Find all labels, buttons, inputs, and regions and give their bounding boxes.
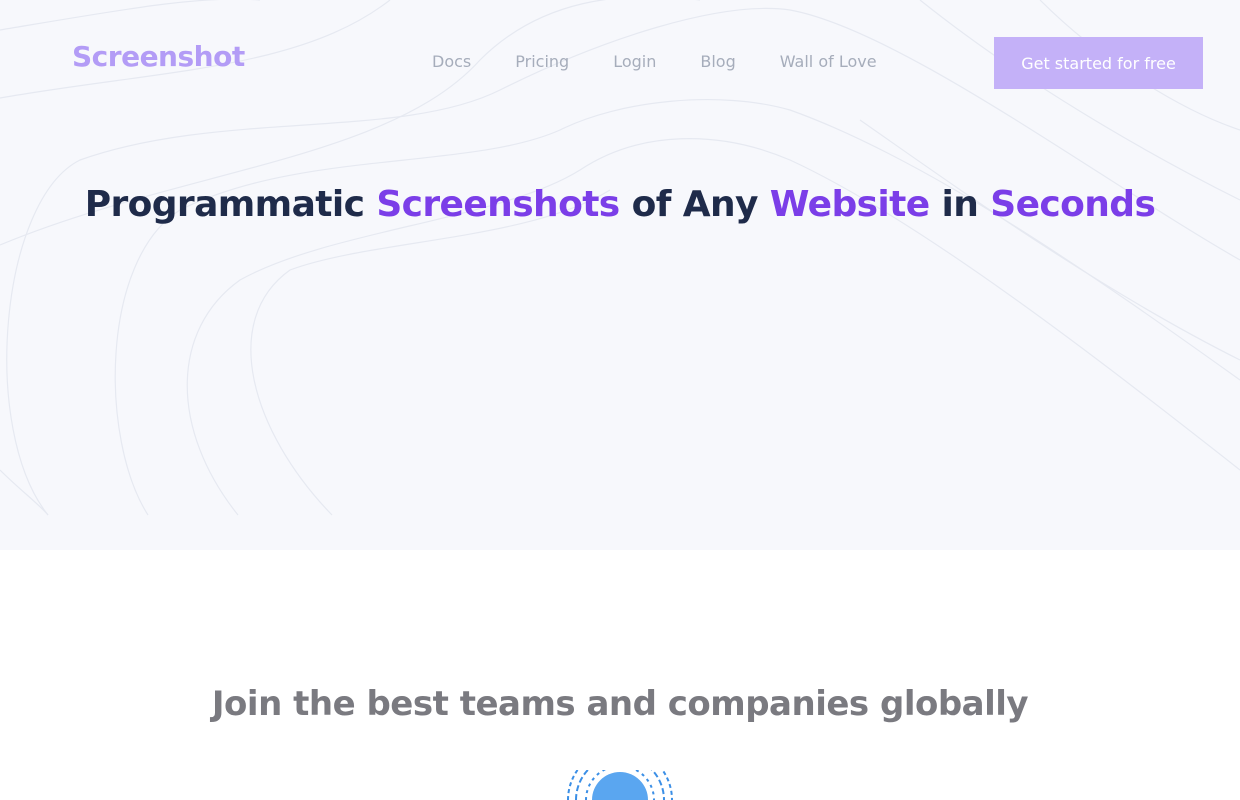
headline-part: of Any <box>619 184 770 225</box>
headline-part: Programmatic <box>84 184 377 225</box>
hero-headline: Programmatic Screenshots of Any Website … <box>0 184 1240 225</box>
nav-link-login[interactable]: Login <box>613 52 656 71</box>
get-started-button[interactable]: Get started for free <box>994 37 1203 89</box>
headline-highlight: Screenshots <box>376 184 620 225</box>
headline-highlight: Website <box>769 184 930 225</box>
top-nav: Screenshot Docs Pricing Login Blog Wall … <box>0 0 1240 125</box>
nav-links: Docs Pricing Login Blog Wall of Love <box>432 52 921 71</box>
nav-link-wall-of-love[interactable]: Wall of Love <box>780 52 877 71</box>
brand-logo[interactable]: Screenshot <box>72 40 245 73</box>
headline-part: in <box>929 184 991 225</box>
nav-link-docs[interactable]: Docs <box>432 52 471 71</box>
nav-link-blog[interactable]: Blog <box>700 52 735 71</box>
headline-highlight: Seconds <box>990 184 1156 225</box>
nav-link-pricing[interactable]: Pricing <box>515 52 569 71</box>
companies-title: Join the best teams and companies global… <box>211 684 1029 724</box>
circular-dotted-logo-icon <box>567 770 673 800</box>
